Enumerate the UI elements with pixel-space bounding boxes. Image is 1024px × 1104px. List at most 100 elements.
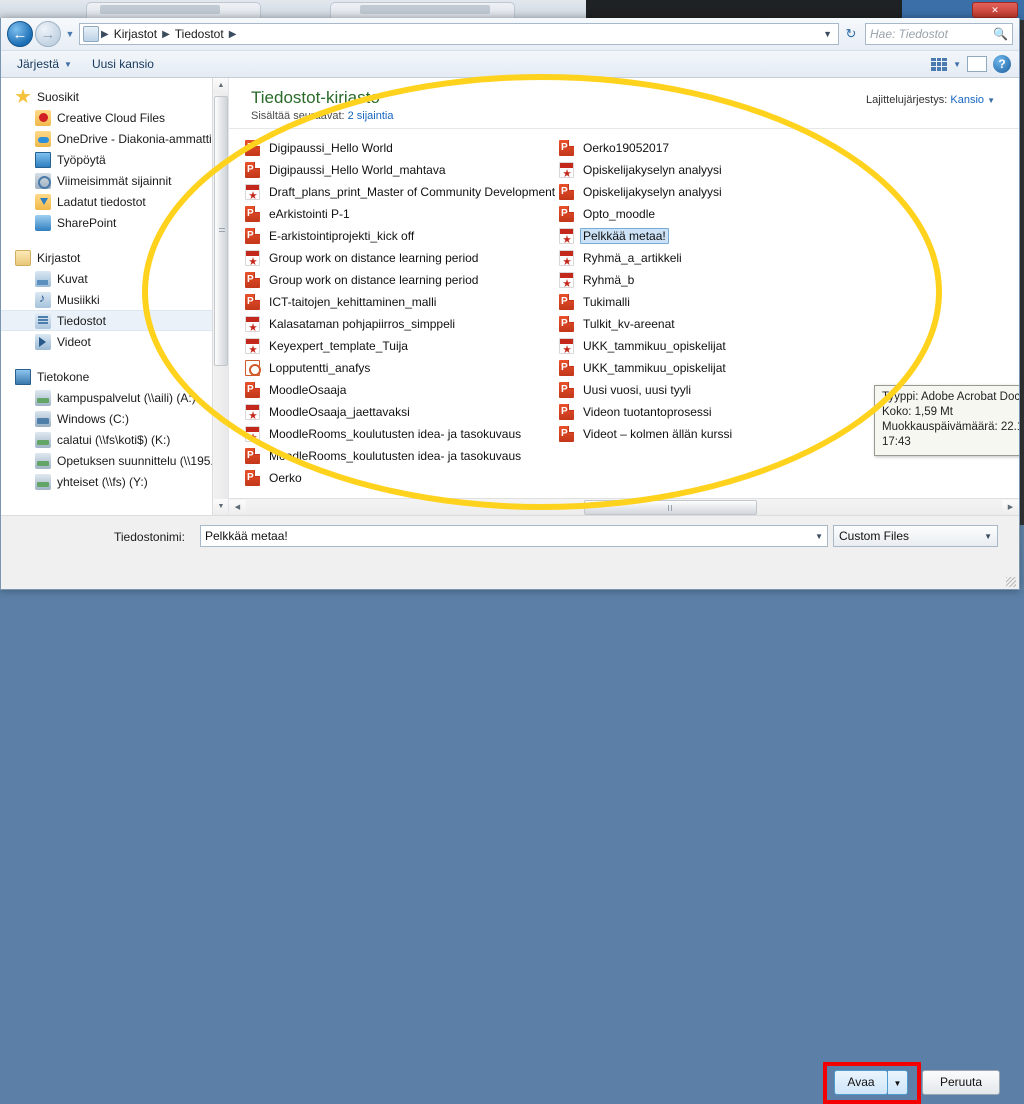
library-locations-link[interactable]: 2 sijaintia (348, 110, 394, 122)
file-item[interactable]: Tulkit_kv-areenat (559, 313, 889, 335)
breadcrumb-item-kirjastot[interactable]: Kirjastot (111, 27, 160, 41)
breadcrumb-item-tiedostot[interactable]: Tiedostot (172, 27, 227, 41)
sidebar-item-musiikki[interactable]: Musiikki (1, 289, 228, 310)
sidebar-item-opetuksen-suunnittelu-195-148-8[interactable]: Opetuksen suunnittelu (\\195.148.8 (1, 450, 228, 471)
file-item[interactable]: Ryhmä_a_artikkeli (559, 247, 889, 269)
file-item[interactable]: Draft_plans_print_Master of Community De… (245, 181, 565, 203)
resize-grip-icon[interactable] (1006, 577, 1016, 587)
powerpoint-icon (559, 206, 574, 222)
forward-arrow-icon[interactable]: → (35, 21, 61, 47)
scroll-left-arrow-icon[interactable]: ◀ (229, 500, 246, 515)
sidebar-item-onedrive-diakonia-ammattikork[interactable]: OneDrive - Diakonia-ammattikork (1, 128, 228, 149)
file-item[interactable]: UKK_tammikuu_opiskelijat (559, 335, 889, 357)
help-icon[interactable]: ? (993, 55, 1011, 73)
sidebar-item-ladatut-tiedostot[interactable]: Ladatut tiedostot (1, 191, 228, 212)
refresh-icon[interactable]: ↻ (841, 26, 861, 42)
sidebar-item-videot[interactable]: Videot (1, 331, 228, 352)
organize-button[interactable]: Järjestä ▼ (9, 54, 80, 74)
preview-pane-icon[interactable] (967, 56, 987, 72)
scroll-down-arrow-icon[interactable]: ▼ (213, 499, 229, 515)
organize-label: Järjestä (17, 57, 59, 71)
open-split-caret-icon[interactable]: ▼ (888, 1070, 908, 1095)
file-list-pane: Tiedostot-kirjasto Sisältää seuraavat: 2… (229, 78, 1019, 515)
powerpoint-icon (559, 294, 574, 310)
sidebar-item-kuvat[interactable]: Kuvat (1, 268, 228, 289)
sidebar-item-tiedostot[interactable]: Tiedostot (1, 310, 228, 331)
sidebar-item-yhteiset-fs-y[interactable]: yhteiset (\\fs) (Y:) (1, 471, 228, 492)
file-item[interactable]: Uusi vuosi, uusi tyyli (559, 379, 889, 401)
sidebar-item-label: yhteiset (\\fs) (Y:) (57, 475, 148, 489)
new-folder-button[interactable]: Uusi kansio (84, 54, 162, 74)
chevron-down-icon[interactable]: ▼ (953, 60, 961, 69)
file-item-selected[interactable]: Pelkkää metaa! (559, 225, 889, 247)
file-item[interactable]: Ryhmä_b (559, 269, 889, 291)
sidebar-item-windows-c[interactable]: Windows (C:) (1, 408, 228, 429)
file-item[interactable]: E-arkistointiprojekti_kick off (245, 225, 565, 247)
file-item[interactable]: Oerko (245, 467, 565, 489)
back-arrow-icon[interactable]: ← (7, 21, 33, 47)
cancel-button[interactable]: Peruuta (922, 1070, 1000, 1095)
file-item[interactable]: Oerko19052017 (559, 137, 889, 159)
sidebar-group-tietokone[interactable]: Tietokone (1, 366, 228, 387)
file-item[interactable]: Lopputentti_anafys (245, 357, 565, 379)
sidebar-item-sharepoint[interactable]: SharePoint (1, 212, 228, 233)
background-tab-title (100, 5, 220, 14)
file-item[interactable]: Digipaussi_Hello World (245, 137, 565, 159)
file-item-label: UKK_tammikuu_opiskelijat (580, 338, 729, 354)
file-item[interactable]: Videot – kolmen ällän kurssi (559, 423, 889, 445)
sidebar-item-viimeisimm-t-sijainnit[interactable]: Viimeisimmät sijainnit (1, 170, 228, 191)
scroll-up-arrow-icon[interactable]: ▲ (213, 78, 229, 94)
scroll-right-arrow-icon[interactable]: ▶ (1002, 500, 1019, 515)
open-file-dialog: ← → ▼ ▶ Kirjastot ▶ Tiedostot ▶ ▼ ↻ Hae:… (0, 18, 1020, 590)
file-item[interactable]: Opiskelijakyselyn analyysi (559, 159, 889, 181)
file-item[interactable]: Videon tuotantoprosessi (559, 401, 889, 423)
powerpoint-show-icon (245, 360, 260, 376)
file-item[interactable]: UKK_tammikuu_opiskelijat (559, 357, 889, 379)
sidebar-group-kirjastot[interactable]: Kirjastot (1, 247, 228, 268)
file-item[interactable]: Group work on distance learning period (245, 269, 565, 291)
sidebar-item-calatui-fs-koti-k[interactable]: calatui (\\fs\koti$) (K:) (1, 429, 228, 450)
file-item[interactable]: MoodleRooms_koulutusten idea- ja tasokuv… (245, 423, 565, 445)
file-item[interactable]: MoodleOsaaja (245, 379, 565, 401)
horizontal-scrollbar[interactable]: ◀ ▶ (229, 498, 1019, 515)
sidebar-item-ty-p-yt[interactable]: Työpöytä (1, 149, 228, 170)
sidebar-item-kampuspalvelut-aili-a[interactable]: kampuspalvelut (\\aili) (A:) (1, 387, 228, 408)
chevron-down-icon[interactable]: ▼ (815, 532, 823, 541)
scrollbar-thumb[interactable] (214, 96, 228, 366)
videos-icon (35, 334, 51, 350)
file-item[interactable]: ICT-taitojen_kehittaminen_malli (245, 291, 565, 313)
chevron-down-icon[interactable]: ▼ (63, 29, 77, 39)
filename-input[interactable]: Pelkkää metaa! ▼ (200, 525, 828, 547)
creative-cloud-icon (35, 110, 51, 126)
view-mode-icon[interactable] (931, 58, 947, 71)
file-item[interactable]: Digipaussi_Hello World_mahtava (245, 159, 565, 181)
sidebar-item-creative-cloud-files[interactable]: Creative Cloud Files (1, 107, 228, 128)
file-item[interactable]: eArkistointi P-1 (245, 203, 565, 225)
file-item-label: Tukimalli (580, 294, 633, 310)
file-item[interactable]: Kalasataman pohjapiirros_simppeli (245, 313, 565, 335)
file-item-label: Oerko19052017 (580, 140, 672, 156)
powerpoint-icon (559, 404, 574, 420)
file-item[interactable]: Opto_moodle (559, 203, 889, 225)
file-item[interactable]: Opiskelijakyselyn analyysi (559, 181, 889, 203)
sidebar-group-suosikit[interactable]: Suosikit (1, 86, 228, 107)
file-item[interactable]: MoodleOsaaja_jaettavaksi (245, 401, 565, 423)
background-close-button[interactable]: ✕ (972, 2, 1018, 18)
scrollbar-thumb[interactable] (584, 500, 757, 515)
search-input[interactable]: Hae: Tiedostot 🔍 (865, 23, 1013, 45)
file-type-select[interactable]: Custom Files ▼ (833, 525, 998, 547)
navigation-scrollbar[interactable]: ▲ ▼ (212, 78, 228, 515)
file-item[interactable]: Group work on distance learning period (245, 247, 565, 269)
file-item[interactable]: Tukimalli (559, 291, 889, 313)
file-item[interactable]: Keyexpert_template_Tuija (245, 335, 565, 357)
open-button[interactable]: Avaa (834, 1070, 888, 1095)
file-item[interactable]: MoodleRooms_koulutusten idea- ja tasokuv… (245, 445, 565, 467)
address-dropdown-icon[interactable]: ▼ (823, 29, 836, 39)
sort-value[interactable]: Kansio (950, 94, 984, 106)
downloads-icon (35, 194, 51, 210)
address-bar: ← → ▼ ▶ Kirjastot ▶ Tiedostot ▶ ▼ ↻ Hae:… (1, 18, 1019, 50)
chevron-down-icon[interactable]: ▼ (987, 96, 995, 105)
file-item-label: Oerko (266, 470, 305, 486)
breadcrumb[interactable]: ▶ Kirjastot ▶ Tiedostot ▶ ▼ (79, 23, 839, 45)
documents-icon (35, 313, 51, 329)
